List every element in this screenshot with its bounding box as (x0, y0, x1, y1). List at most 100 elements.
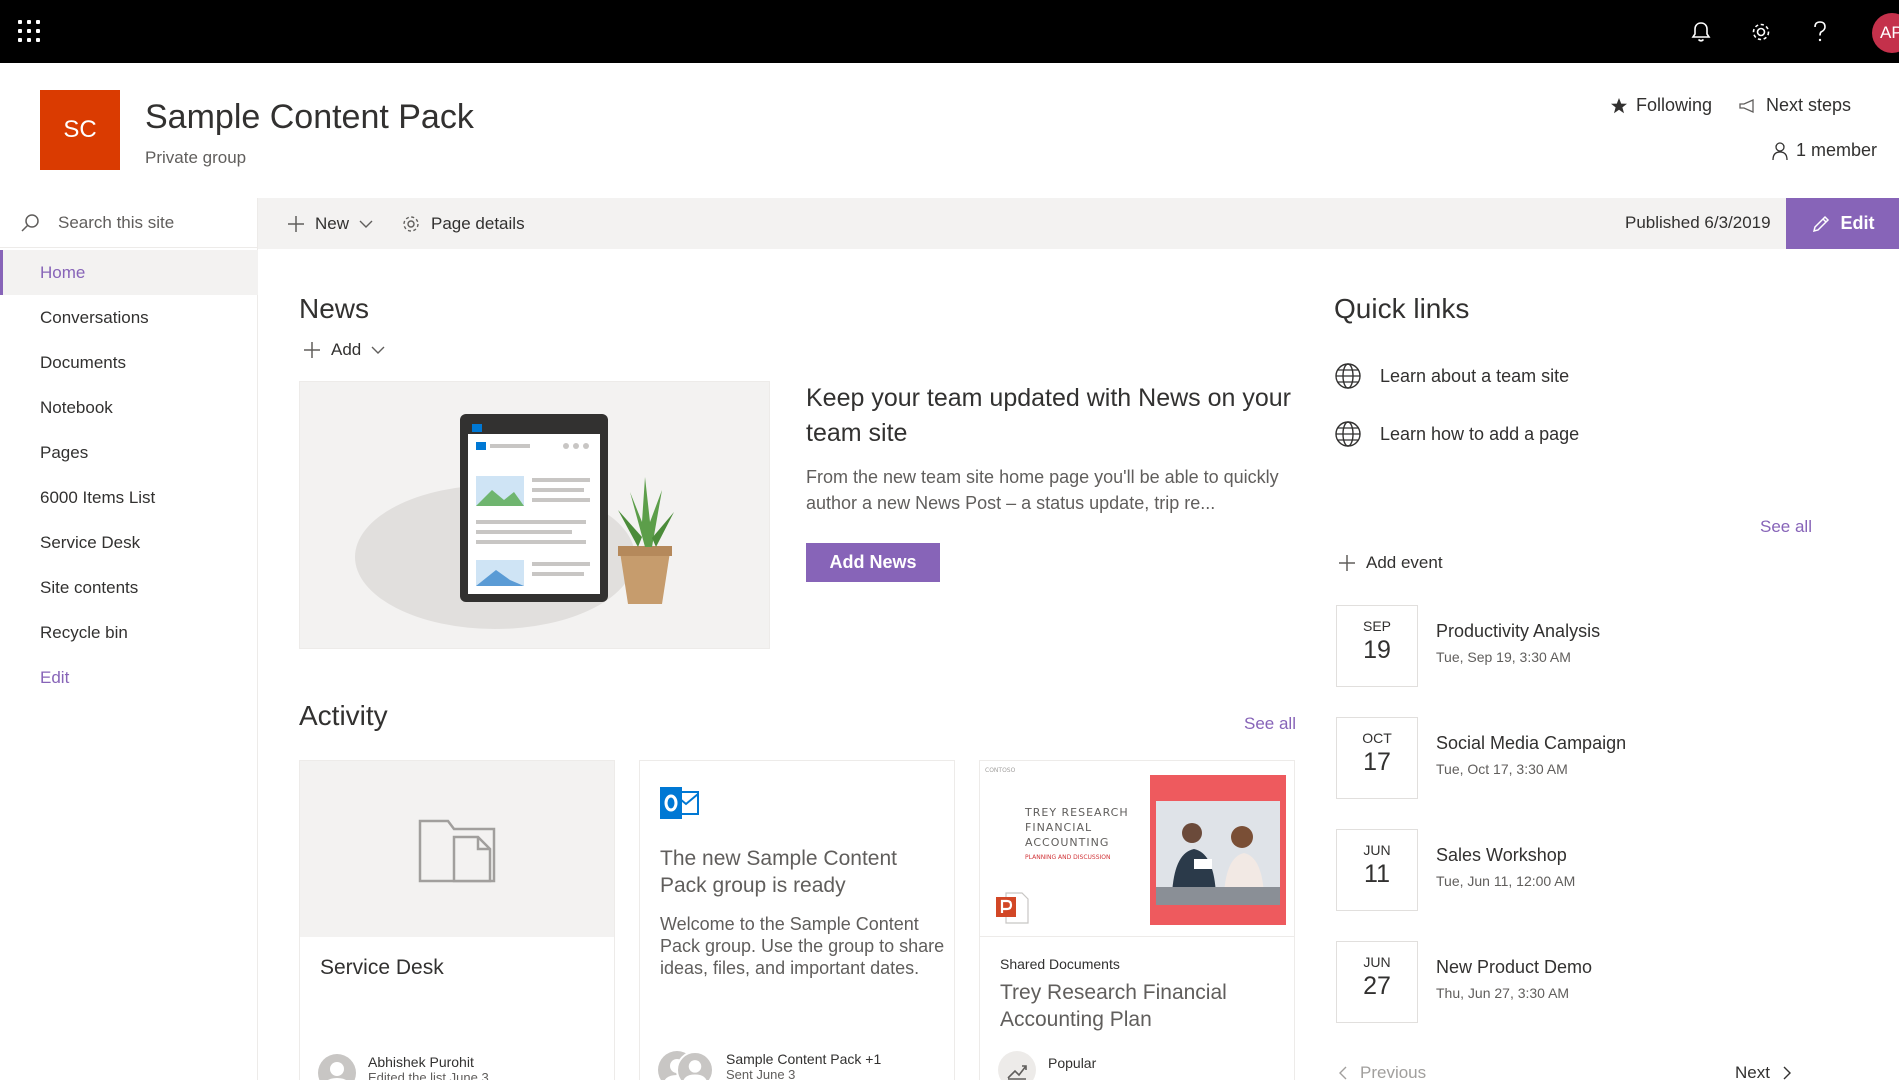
published-status: Published 6/3/2019 (1625, 213, 1771, 232)
event-time: Thu, Jun 27, 3:30 AM (1436, 985, 1570, 1001)
quick-links-title: Quick links (1334, 293, 1470, 324)
chevron-left-icon (1339, 1066, 1347, 1080)
outlook-icon (660, 787, 699, 819)
card-meta: Sent June 3 (726, 1067, 796, 1080)
popular-badge: Popular (1048, 1055, 1097, 1071)
add-news-button[interactable]: Add News (806, 543, 940, 582)
card-body: Welcome to the Sample Content Pack group… (660, 914, 945, 978)
help-icon[interactable] (1806, 18, 1834, 46)
news-description: From the new team site home page you'll … (806, 467, 1279, 513)
card-title: Trey Research Financial Accounting Plan (1000, 981, 1227, 1031)
new-menu-button[interactable]: New (287, 198, 373, 249)
activity-card-document[interactable]: CONTOSO TREY RESEARCH FINANCIAL ACCOUNTI… (979, 760, 1295, 1080)
event-time: Tue, Oct 17, 3:30 AM (1436, 761, 1568, 777)
nav-item-service-desk[interactable]: Service Desk (0, 520, 258, 565)
list-folder-icon (418, 819, 496, 883)
quick-link-add-page[interactable]: Learn how to add a page (1334, 420, 1579, 448)
nav-item-conversations[interactable]: Conversations (0, 295, 258, 340)
events-see-all-link[interactable]: See all (1760, 517, 1812, 537)
nav-item-home[interactable]: Home (0, 250, 258, 295)
tablet-plant-illustration (355, 414, 674, 629)
nav-item-pages[interactable]: Pages (0, 430, 258, 475)
search-input[interactable] (58, 212, 228, 233)
event-date: JUN 11 (1336, 829, 1418, 911)
thumb-heading: TREY RESEARCH FINANCIAL ACCOUNTING (1025, 806, 1129, 849)
event-item[interactable]: OCT 17 Social Media Campaign Tue, Oct 17… (1336, 717, 1836, 799)
add-event-button[interactable]: Add event (1338, 553, 1443, 573)
quick-link-team-site[interactable]: Learn about a team site (1334, 362, 1569, 390)
card-author: Sample Content Pack +1 (726, 1051, 882, 1067)
megaphone-icon (1739, 98, 1754, 113)
nav-item-documents[interactable]: Documents (0, 340, 258, 385)
event-title: New Product Demo (1436, 957, 1593, 977)
activity-see-all-link[interactable]: See all (1244, 714, 1296, 734)
card-meta: Edited the list June 3 (368, 1070, 489, 1080)
edit-page-button[interactable]: Edit (1786, 198, 1899, 249)
site-logo[interactable]: SC (40, 90, 120, 170)
previous-label: Previous (1360, 1063, 1427, 1080)
left-navigation: Home Conversations Documents Notebook Pa… (0, 198, 258, 1080)
page-details-label: Page details (431, 213, 525, 233)
nav-item-recycle-bin[interactable]: Recycle bin (0, 610, 258, 655)
event-date: OCT 17 (1336, 717, 1418, 799)
command-bar: New Page details Published 6/3/2019 Edit (258, 198, 1899, 249)
chevron-down-icon (371, 346, 385, 354)
activity-title: Activity (299, 700, 388, 731)
plus-icon (288, 215, 304, 232)
quick-link-label: Learn about a team site (1380, 365, 1570, 386)
add-label: Add (331, 340, 362, 359)
members-button[interactable]: 1 member (1772, 140, 1877, 161)
card-title: Service Desk (320, 956, 444, 979)
nav-item-notebook[interactable]: Notebook (0, 385, 258, 430)
add-news-menu[interactable]: Add (303, 340, 385, 360)
card-footer: Popular (998, 1051, 1096, 1080)
event-item[interactable]: JUN 27 New Product Demo Thu, Jun 27, 3:3… (1336, 941, 1836, 1023)
thumb-brand: CONTOSO (985, 767, 1016, 774)
news-headline: Keep your team updated with News on your… (806, 384, 1291, 447)
event-item[interactable]: SEP 19 Productivity Analysis Tue, Sep 19… (1336, 605, 1836, 687)
next-steps-button[interactable]: Next steps (1738, 95, 1851, 116)
card-category: Shared Documents (1000, 956, 1120, 972)
event-time: Tue, Jun 11, 12:00 AM (1436, 873, 1576, 889)
nav-edit-link[interactable]: Edit (0, 655, 258, 700)
star-icon (1611, 97, 1627, 113)
card-footer: Abhishek Purohit Edited the list June 3 (318, 1054, 489, 1080)
event-date: JUN 27 (1336, 941, 1418, 1023)
activity-card-group-ready[interactable]: The new Sample Content Pack group is rea… (639, 760, 955, 1080)
events-previous-button[interactable]: Previous (1338, 1063, 1426, 1080)
site-search[interactable] (0, 198, 258, 248)
events-next-button[interactable]: Next (1735, 1063, 1792, 1080)
nav-item-site-contents[interactable]: Site contents (0, 565, 258, 610)
news-illustration (299, 381, 770, 649)
event-title: Sales Workshop (1436, 845, 1567, 865)
gear-icon (403, 215, 419, 232)
chevron-down-icon (359, 220, 373, 228)
edit-label: Edit (1840, 213, 1875, 233)
globe-icon (1335, 363, 1361, 389)
bell-icon[interactable] (1687, 18, 1715, 46)
person-icon (1772, 141, 1788, 160)
event-date: SEP 19 (1336, 605, 1418, 687)
card-title: The new Sample Content Pack group is rea… (660, 847, 897, 897)
event-item[interactable]: JUN 11 Sales Workshop Tue, Jun 11, 12:00… (1336, 829, 1836, 911)
trending-icon (998, 1051, 1036, 1080)
card-author: Abhishek Purohit (368, 1054, 474, 1070)
next-label: Next (1735, 1063, 1770, 1080)
site-title: Sample Content Pack (145, 98, 474, 136)
nav-item-items-list[interactable]: 6000 Items List (0, 475, 258, 520)
plus-icon (304, 342, 320, 358)
event-title: Social Media Campaign (1436, 733, 1627, 753)
following-label: Following (1636, 95, 1713, 115)
page-details-button[interactable]: Page details (401, 198, 525, 249)
event-time: Tue, Sep 19, 3:30 AM (1436, 649, 1571, 665)
next-steps-label: Next steps (1766, 95, 1852, 115)
follow-button[interactable]: Following (1610, 95, 1712, 116)
user-avatar[interactable]: AP (1872, 13, 1899, 53)
document-photo (1150, 775, 1286, 925)
app-launcher-icon[interactable] (18, 20, 40, 42)
activity-card-service-desk[interactable]: Service Desk Abhishek Purohit Edited the… (299, 760, 615, 1080)
news-title: News (299, 293, 370, 324)
gear-icon[interactable] (1747, 18, 1775, 46)
group-avatar-icon (658, 1051, 714, 1080)
chevron-right-icon (1783, 1066, 1791, 1080)
